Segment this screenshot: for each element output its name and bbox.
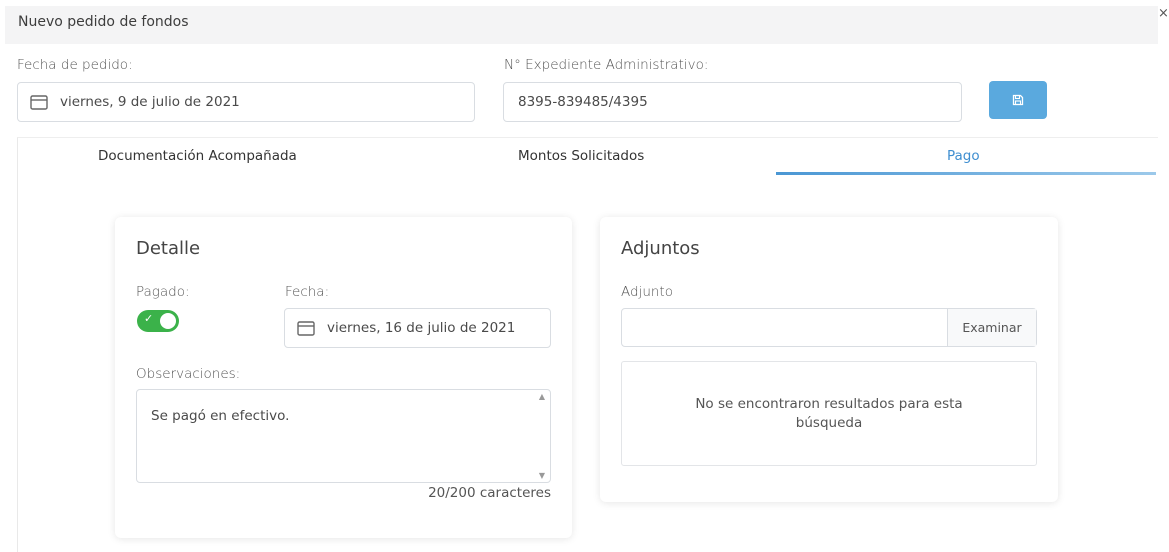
observaciones-value: Se pagó en efectivo. [151,408,290,424]
tab-pago[interactable]: Pago [947,148,980,164]
fecha-pedido-field[interactable]: viernes, 9 de julio de 2021 [17,82,475,122]
expediente-label: N° Expediente Administrativo: [504,57,709,73]
adjuntos-title: Adjuntos [621,238,700,259]
toggle-knob [160,313,176,329]
pagado-label: Pagado: [136,284,190,300]
save-button[interactable] [989,81,1047,119]
adjuntos-results: No se encontraron resultados para esta b… [621,361,1037,466]
detalle-title: Detalle [136,238,201,259]
expediente-value: 8395-839485/4395 [518,94,648,110]
observaciones-textarea[interactable]: Se pagó en efectivo. ▲ ▼ [136,389,551,483]
empty-message: No se encontraron resultados para esta b… [695,395,963,431]
pagado-toggle[interactable]: ✓ [137,310,179,332]
tab-documentacion[interactable]: Documentación Acompañada [98,148,297,164]
fecha-pedido-value: viernes, 9 de julio de 2021 [60,94,240,110]
close-icon[interactable]: × [1158,6,1169,21]
check-icon: ✓ [144,312,154,325]
adjunto-label: Adjunto [621,284,673,300]
fecha-pago-label: Fecha: [285,284,330,300]
fecha-pago-value: viernes, 16 de julio de 2021 [327,320,516,336]
save-icon [1012,94,1024,106]
observaciones-label: Observaciones: [136,366,241,382]
scroll-up-arrow-icon[interactable]: ▲ [539,392,545,401]
fecha-pedido-label: Fecha de pedido: [17,57,133,73]
modal-title: Nuevo pedido de fondos [18,14,189,30]
scroll-down-arrow-icon[interactable]: ▼ [539,471,545,480]
character-counter: 20/200 caracteres [428,485,551,501]
tab-montos[interactable]: Montos Solicitados [518,148,644,164]
examinar-button[interactable]: Examinar [947,309,1036,346]
active-tab-indicator [776,172,1156,175]
calendar-icon [30,95,48,110]
adjunto-file-input[interactable]: Examinar [621,308,1037,347]
expediente-field[interactable]: 8395-839485/4395 [503,82,962,122]
calendar-icon [297,321,315,336]
fecha-pago-field[interactable]: viernes, 16 de julio de 2021 [284,308,551,348]
